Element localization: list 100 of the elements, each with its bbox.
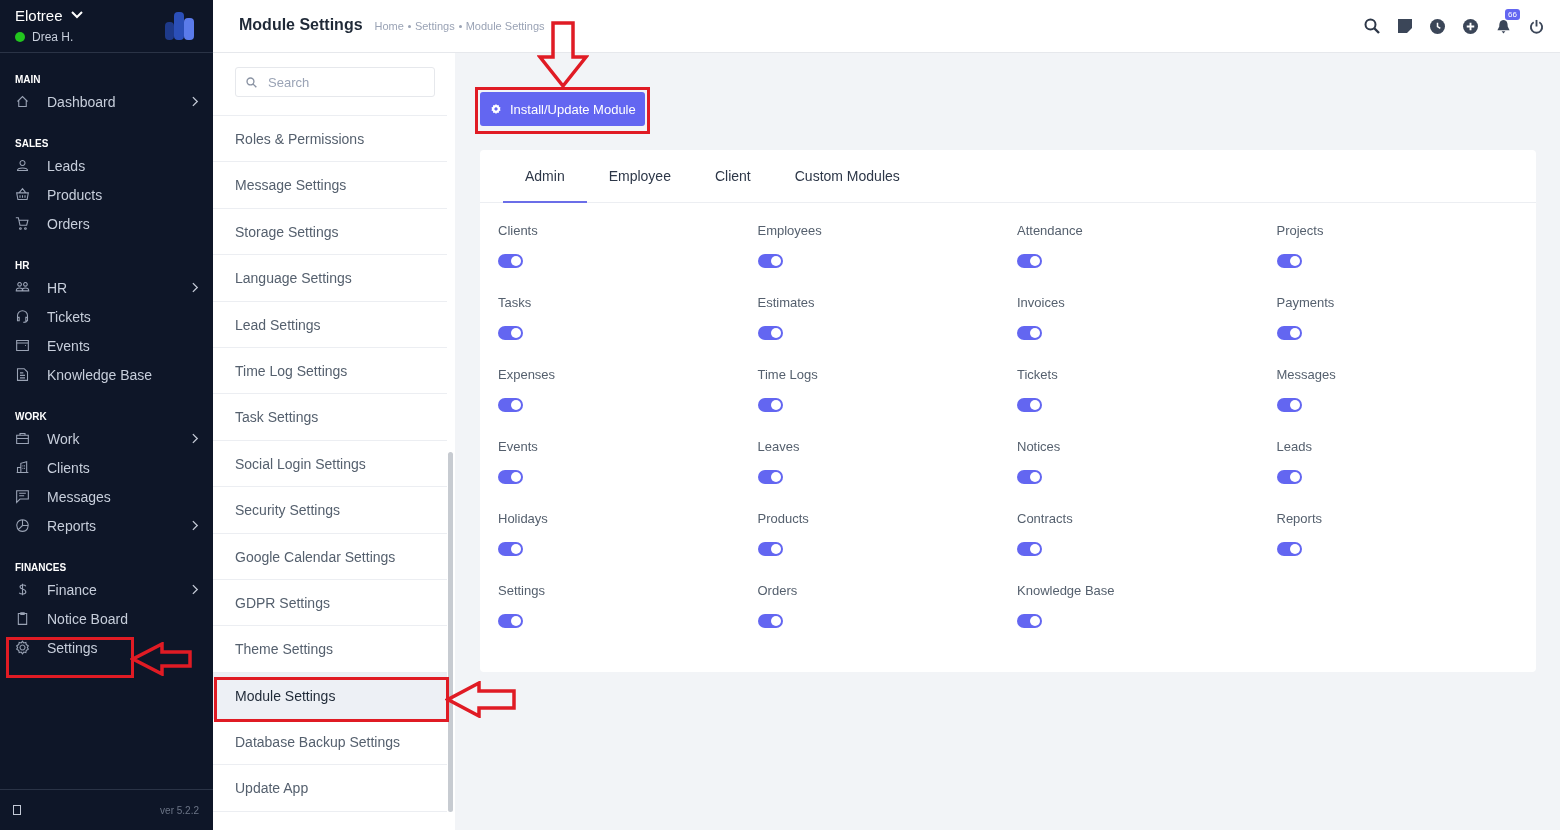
- power-icon[interactable]: [1529, 18, 1544, 34]
- basket-icon: [15, 187, 30, 202]
- house-icon: [15, 94, 30, 109]
- nav-item[interactable]: Clients: [0, 453, 213, 482]
- module-toggle[interactable]: [1017, 326, 1042, 340]
- nav-item[interactable]: Orders: [0, 209, 213, 238]
- module-toggle[interactable]: [757, 470, 783, 484]
- settings-menu-item[interactable]: Module Settings: [213, 672, 447, 720]
- add-icon[interactable]: [1463, 18, 1478, 34]
- module-toggle[interactable]: [1276, 470, 1302, 484]
- search-icon: [246, 76, 257, 88]
- module-toggle[interactable]: [1276, 254, 1302, 268]
- module-label: Messages: [1276, 367, 1336, 382]
- module-label: Events: [498, 439, 538, 454]
- message-icon: [15, 489, 30, 504]
- nav-item[interactable]: HR: [0, 273, 213, 302]
- install-module-button[interactable]: Install/Update Module: [480, 92, 645, 126]
- gear-icon: [15, 640, 30, 655]
- module-label: Time Logs: [757, 367, 818, 382]
- module-toggle[interactable]: [757, 398, 783, 412]
- module-toggle[interactable]: [498, 470, 523, 484]
- module-label: Attendance: [1017, 223, 1083, 238]
- module-tab[interactable]: Custom Modules: [772, 150, 922, 203]
- nav-item[interactable]: Products: [0, 180, 213, 209]
- module-label: Contracts: [1017, 511, 1073, 526]
- module-toggle[interactable]: [757, 614, 783, 628]
- module-label: Settings: [498, 583, 545, 598]
- module-label: Holidays: [498, 511, 548, 526]
- caret-icon[interactable]: [70, 11, 83, 19]
- module-label: Estimates: [757, 295, 815, 310]
- module-label: Knowledge Base: [1017, 583, 1115, 598]
- module-toggle[interactable]: [1017, 398, 1042, 412]
- company-name[interactable]: Elotree: [15, 6, 63, 24]
- nav-item[interactable]: Finance: [0, 575, 213, 604]
- nav-item[interactable]: Leads: [0, 151, 213, 180]
- clock-icon[interactable]: [1430, 18, 1445, 34]
- module-tab[interactable]: Admin: [503, 150, 587, 203]
- module-toggle[interactable]: [1276, 542, 1302, 556]
- module-toggle[interactable]: [1017, 254, 1042, 268]
- section-heading: FINANCES: [14, 562, 68, 575]
- cart-icon: [15, 216, 30, 231]
- module-label: Products: [757, 511, 809, 526]
- module-toggle[interactable]: [498, 326, 523, 340]
- nav-item[interactable]: Tickets: [0, 302, 213, 331]
- document-icon: [15, 367, 30, 382]
- module-label: Employees: [757, 223, 822, 238]
- module-label: Payments: [1276, 295, 1335, 310]
- module-toggle[interactable]: [1276, 326, 1302, 340]
- nav-item[interactable]: Settings: [0, 633, 213, 662]
- module-label: Invoices: [1017, 295, 1065, 310]
- nav-item[interactable]: Work: [0, 424, 213, 453]
- module-toggle[interactable]: [1017, 614, 1042, 628]
- module-label: Clients: [498, 223, 538, 238]
- calendar-icon: [15, 338, 30, 353]
- nav-item[interactable]: Messages: [0, 482, 213, 511]
- module-tab[interactable]: Employee: [586, 150, 693, 203]
- clipboard-icon: [15, 611, 30, 626]
- module-toggle[interactable]: [498, 398, 523, 412]
- headset-icon: [15, 309, 30, 324]
- module-toggle[interactable]: [498, 614, 523, 628]
- module-toggle[interactable]: [498, 254, 523, 268]
- module-label: Reports: [1276, 511, 1323, 526]
- gear-icon: [490, 103, 502, 115]
- section-heading: WORK: [14, 411, 48, 424]
- module-label: Tickets: [1017, 367, 1058, 382]
- user-name: Drea H.: [32, 29, 74, 44]
- module-toggle[interactable]: [1276, 398, 1302, 412]
- search-icon[interactable]: [1364, 18, 1380, 34]
- search-field[interactable]: Search: [235, 67, 435, 97]
- nav-item[interactable]: Dashboard: [0, 87, 213, 116]
- pointer-arrow: [445, 681, 517, 718]
- mobile-icon[interactable]: [13, 805, 21, 815]
- version-text: ver 5.2.2: [160, 804, 199, 816]
- module-label: Orders: [757, 583, 798, 598]
- nav-item[interactable]: Reports: [0, 511, 213, 540]
- module-toggle[interactable]: [1017, 542, 1042, 556]
- section-heading: SALES: [14, 138, 50, 151]
- nav-item[interactable]: Events: [0, 331, 213, 360]
- module-label: Notices: [1017, 439, 1061, 454]
- module-toggle[interactable]: [757, 254, 783, 268]
- building-icon: [15, 460, 30, 475]
- person-icon: [15, 158, 30, 173]
- note-icon[interactable]: [1398, 19, 1412, 33]
- module-label: Tasks: [498, 295, 532, 310]
- notification-badge: 66: [1505, 8, 1520, 20]
- module-toggle[interactable]: [1017, 470, 1042, 484]
- pie-chart-icon: [15, 518, 30, 533]
- module-toggle[interactable]: [757, 542, 783, 556]
- nav-item[interactable]: Notice Board: [0, 604, 213, 633]
- section-heading: HR: [14, 260, 31, 273]
- bell-icon[interactable]: [1496, 18, 1511, 34]
- module-toggle[interactable]: [498, 542, 523, 556]
- breadcrumb-separator: [407, 24, 411, 28]
- nav-item[interactable]: Knowledge Base: [0, 360, 213, 389]
- module-tab[interactable]: Client: [692, 150, 773, 203]
- module-toggle[interactable]: [757, 326, 783, 340]
- scrollbar-thumb[interactable]: [448, 452, 453, 812]
- module-label: Leads: [1276, 439, 1312, 454]
- logo-icon: [163, 10, 195, 40]
- section-heading: MAIN: [14, 74, 42, 87]
